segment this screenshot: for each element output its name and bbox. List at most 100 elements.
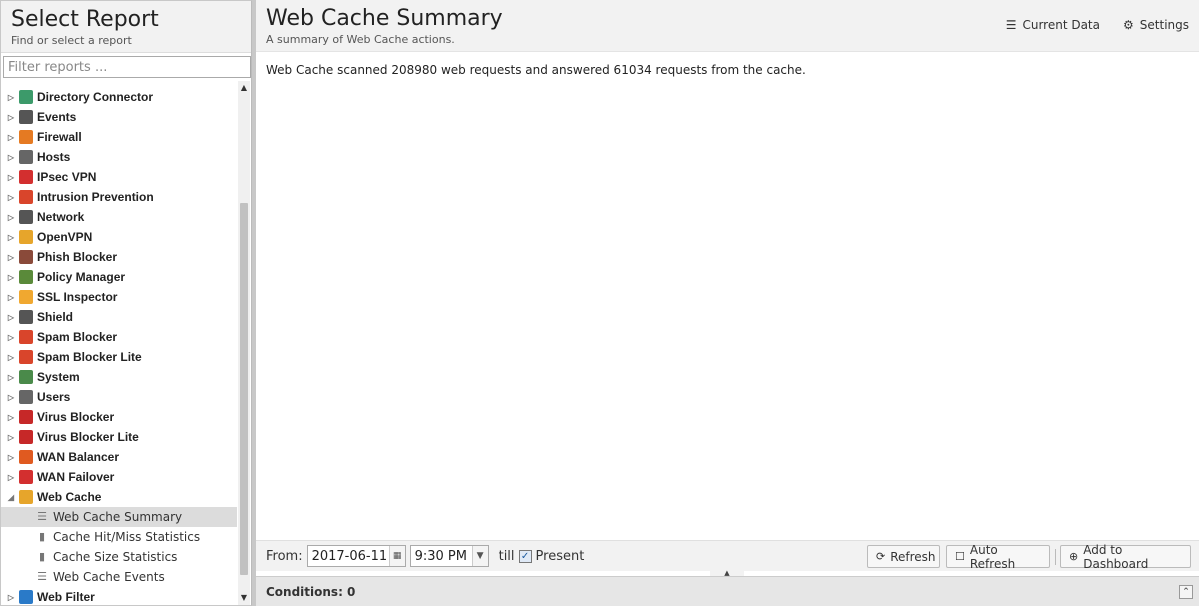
scroll-up-arrow-icon[interactable]: ▲	[238, 81, 250, 95]
expand-arrow-right-icon[interactable]: ▷	[3, 433, 19, 442]
tree-node[interactable]: ▷ Web Filter	[1, 587, 237, 606]
filter-container	[3, 56, 251, 78]
expand-arrow-right-icon[interactable]: ▷	[3, 173, 19, 182]
tree-node[interactable]: ▷ Directory Connector	[1, 87, 237, 107]
expand-arrow-right-icon[interactable]: ▷	[3, 373, 19, 382]
expand-arrow-right-icon[interactable]: ▷	[3, 253, 19, 262]
from-date-field[interactable]: 2017-06-11 ▦	[306, 545, 406, 567]
current-data-button[interactable]: ☰ Current Data	[1006, 18, 1100, 32]
tree-node[interactable]: ▷ Events	[1, 107, 237, 127]
from-time-field[interactable]: 9:30 PM ▼	[409, 545, 489, 567]
tree-node[interactable]: ▷ OpenVPN	[1, 227, 237, 247]
expand-arrow-right-icon[interactable]: ▷	[3, 473, 19, 482]
web-filter-icon	[19, 590, 33, 604]
policy-manager-icon	[19, 270, 33, 284]
add-to-dashboard-button[interactable]: ⊕ Add to Dashboard	[1060, 542, 1191, 571]
tree-node[interactable]: ▷ Hosts	[1, 147, 237, 167]
expand-arrow-right-icon[interactable]: ▷	[3, 393, 19, 402]
tree-child-item[interactable]: ▮ Cache Hit/Miss Statistics	[1, 527, 237, 547]
tree-node[interactable]: ▷ Spam Blocker Lite	[1, 347, 237, 367]
expand-arrow-right-icon[interactable]: ▷	[3, 133, 19, 142]
from-date-value: 2017-06-11	[311, 548, 388, 564]
expand-arrow-right-icon[interactable]: ▷	[3, 213, 19, 222]
tree-child-label: Web Cache Events	[53, 570, 165, 584]
phish-blocker-icon	[19, 250, 33, 264]
from-time-value: 9:30 PM	[414, 548, 467, 564]
tree-node[interactable]: ▷ Network	[1, 207, 237, 227]
add-to-dashboard-label: Add to Dashboard	[1083, 542, 1149, 571]
tree-child-item[interactable]: ▮ Cache Size Statistics	[1, 547, 237, 567]
tree-node[interactable]: ▷ WAN Balancer	[1, 447, 237, 467]
wan-balancer-icon	[19, 450, 33, 464]
virus-blocker-icon	[19, 410, 33, 424]
tree-node-label: Web Cache	[37, 490, 102, 504]
refresh-button[interactable]: ⟳ Refresh	[867, 545, 940, 568]
auto-refresh-button[interactable]: ☐ Auto Refresh	[946, 543, 1050, 571]
calendar-icon[interactable]: ▦	[388, 546, 405, 566]
expand-arrow-right-icon[interactable]: ▷	[3, 293, 19, 302]
bar-chart-icon: ▮	[38, 530, 46, 543]
chevron-down-icon[interactable]: ▼	[471, 546, 488, 566]
filter-reports-input[interactable]	[3, 56, 251, 78]
tree-node[interactable]: ▷ SSL Inspector	[1, 287, 237, 307]
expand-arrow-right-icon[interactable]: ▷	[3, 593, 19, 602]
spam-blocker-lite-icon	[19, 350, 33, 364]
expand-arrow-right-icon[interactable]: ▷	[3, 453, 19, 462]
system-icon	[19, 370, 33, 384]
expand-arrow-down-icon[interactable]: ◢	[3, 493, 19, 502]
shield-icon	[19, 310, 33, 324]
tree-node[interactable]: ▷ Intrusion Prevention	[1, 187, 237, 207]
expand-arrow-right-icon[interactable]: ▷	[3, 273, 19, 282]
tree-child-item[interactable]: ☰ Web Cache Events	[1, 567, 237, 587]
tree-node[interactable]: ▷ Spam Blocker	[1, 327, 237, 347]
tree-child-label: Web Cache Summary	[53, 510, 183, 524]
list-icon: ☰	[1005, 18, 1017, 32]
expand-arrow-right-icon[interactable]: ▷	[3, 153, 19, 162]
text-report-icon: ☰	[37, 510, 47, 523]
tree-node[interactable]: ▷ Virus Blocker	[1, 407, 237, 427]
tree-node[interactable]: ▷ Firewall	[1, 127, 237, 147]
web-cache-icon	[19, 490, 33, 504]
tree-node-label: Shield	[37, 310, 74, 324]
tree-node-label: Network	[37, 210, 85, 224]
tree-node[interactable]: ▷ Phish Blocker	[1, 247, 237, 267]
tree-node-label: Directory Connector	[37, 90, 154, 104]
report-main-panel: Web Cache Summary A summary of Web Cache…	[256, 0, 1199, 606]
scroll-thumb[interactable]	[240, 203, 248, 575]
summary-text: Web Cache scanned 208980 web requests an…	[266, 63, 806, 77]
tree-node-label: Spam Blocker	[37, 330, 118, 344]
conditions-panel[interactable]: Conditions: 0 ⌃	[256, 576, 1199, 606]
expand-conditions-icon[interactable]: ⌃	[1179, 585, 1193, 599]
present-checkbox[interactable]: ✓	[518, 549, 532, 563]
tree-node[interactable]: ▷ Shield	[1, 307, 237, 327]
tree-scrollbar[interactable]: ▲ ▼	[238, 81, 250, 605]
tree-node[interactable]: ▷ IPsec VPN	[1, 167, 237, 187]
tree-node[interactable]: ▷ Users	[1, 387, 237, 407]
scroll-down-arrow-icon[interactable]: ▼	[238, 591, 250, 605]
till-label: till	[498, 548, 515, 564]
tree-node-label: Virus Blocker Lite	[37, 430, 139, 444]
expand-arrow-right-icon[interactable]: ▷	[3, 413, 19, 422]
expand-arrow-right-icon[interactable]: ▷	[3, 113, 19, 122]
report-selector-title: Select Report	[11, 7, 159, 32]
expand-arrow-right-icon[interactable]: ▷	[3, 233, 19, 242]
tree-child-label: Cache Hit/Miss Statistics	[53, 530, 201, 544]
expand-arrow-right-icon[interactable]: ▷	[3, 333, 19, 342]
bar-chart-icon: ▮	[38, 550, 46, 563]
settings-button[interactable]: ⚙ Settings	[1123, 18, 1189, 32]
expand-arrow-right-icon[interactable]: ▷	[3, 353, 19, 362]
tree-node[interactable]: ▷ Virus Blocker Lite	[1, 427, 237, 447]
expand-arrow-right-icon[interactable]: ▷	[3, 193, 19, 202]
gear-icon: ⚙	[1123, 18, 1134, 32]
expand-arrow-right-icon[interactable]: ▷	[3, 313, 19, 322]
tree-node[interactable]: ▷ System	[1, 367, 237, 387]
tree-node[interactable]: ▷ WAN Failover	[1, 467, 237, 487]
expand-arrow-right-icon[interactable]: ▷	[3, 93, 19, 102]
tree-node-label: WAN Balancer	[37, 450, 120, 464]
tree-node[interactable]: ▷ Policy Manager	[1, 267, 237, 287]
tree-node-label: Hosts	[37, 150, 71, 164]
tree-node[interactable]: ◢ Web Cache	[1, 487, 237, 507]
list-icon: ☰	[37, 570, 47, 583]
tree-child-item[interactable]: ☰ Web Cache Summary	[1, 507, 237, 527]
network-icon	[19, 210, 33, 224]
